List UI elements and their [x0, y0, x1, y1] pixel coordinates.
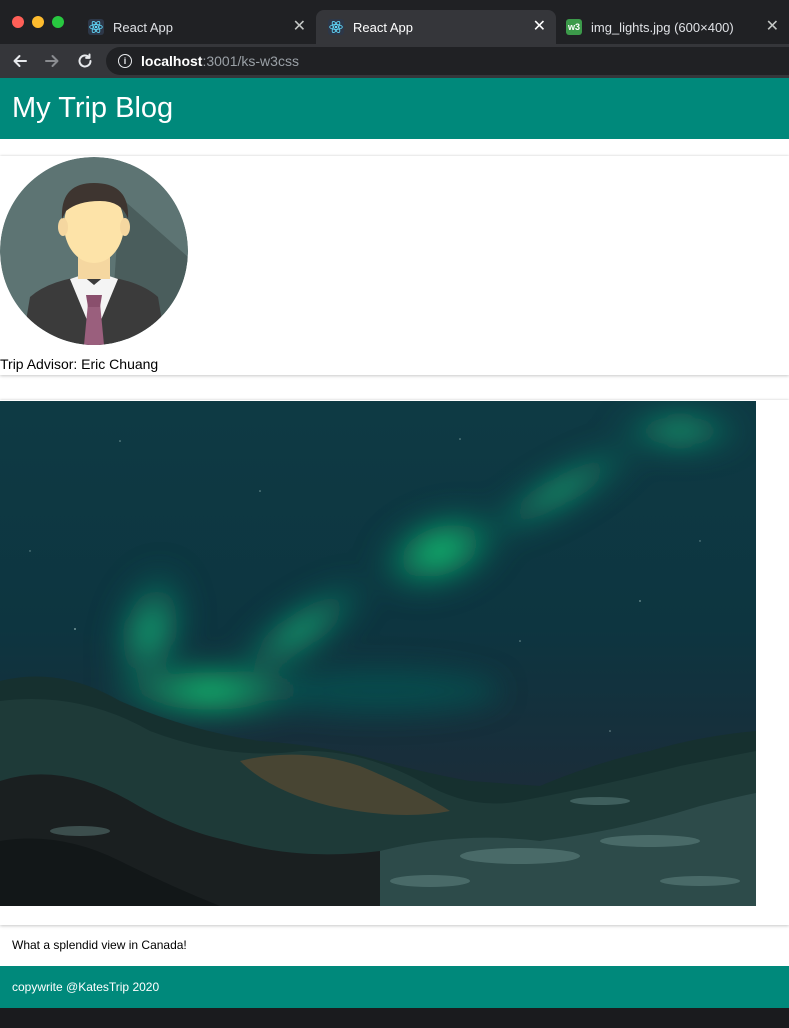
- reload-icon[interactable]: [73, 50, 97, 72]
- site-title: My Trip Blog: [12, 92, 174, 124]
- browser-toolbar: i localhost:3001/ks-w3css: [0, 44, 789, 78]
- northern-lights-photo: [0, 401, 756, 906]
- back-arrow-icon[interactable]: [8, 50, 32, 72]
- w3-icon: w3: [566, 19, 582, 35]
- url-path: :3001/ks-w3css: [202, 53, 299, 69]
- site-info-icon[interactable]: i: [118, 54, 132, 68]
- window-close-button[interactable]: [12, 16, 24, 28]
- browser-tab-2-active[interactable]: React App ✕: [316, 10, 556, 44]
- address-bar[interactable]: i localhost:3001/ks-w3css: [106, 47, 789, 75]
- photo-card: [0, 400, 789, 925]
- window-minimize-button[interactable]: [32, 16, 44, 28]
- browser-tab-strip: React App ✕ React App ✕ w3 img_lights.jp…: [0, 0, 789, 44]
- tab-label: React App: [353, 19, 413, 35]
- footer-copyright: copywrite @KatesTrip 2020: [12, 980, 160, 994]
- react-icon: [88, 19, 104, 35]
- advisor-name: Trip Advisor: Eric Chuang: [0, 356, 159, 372]
- site-footer: copywrite @KatesTrip 2020: [0, 966, 789, 1008]
- forward-arrow-icon[interactable]: [40, 50, 64, 72]
- photo-caption: What a splendid view in Canada!: [12, 938, 187, 952]
- window-maximize-button[interactable]: [52, 16, 64, 28]
- tab-label: React App: [113, 19, 173, 35]
- site-header: My Trip Blog: [0, 78, 789, 139]
- tab-close-icon[interactable]: ✕: [766, 19, 779, 35]
- tab-close-icon[interactable]: ✕: [533, 19, 546, 35]
- url-host: localhost: [141, 53, 203, 69]
- profile-card: Trip Advisor: Eric Chuang: [0, 156, 789, 375]
- browser-tab-3[interactable]: w3 img_lights.jpg (600×400) ✕: [558, 10, 789, 44]
- tab-label: img_lights.jpg (600×400): [591, 19, 734, 35]
- react-icon: [328, 19, 344, 35]
- advisor-avatar: [0, 157, 188, 345]
- browser-tab-1[interactable]: React App ✕: [80, 10, 316, 44]
- page-viewport: My Trip Blog Trip Advisor: Eric Chuang W…: [0, 78, 789, 1008]
- tab-close-icon[interactable]: ✕: [293, 19, 306, 35]
